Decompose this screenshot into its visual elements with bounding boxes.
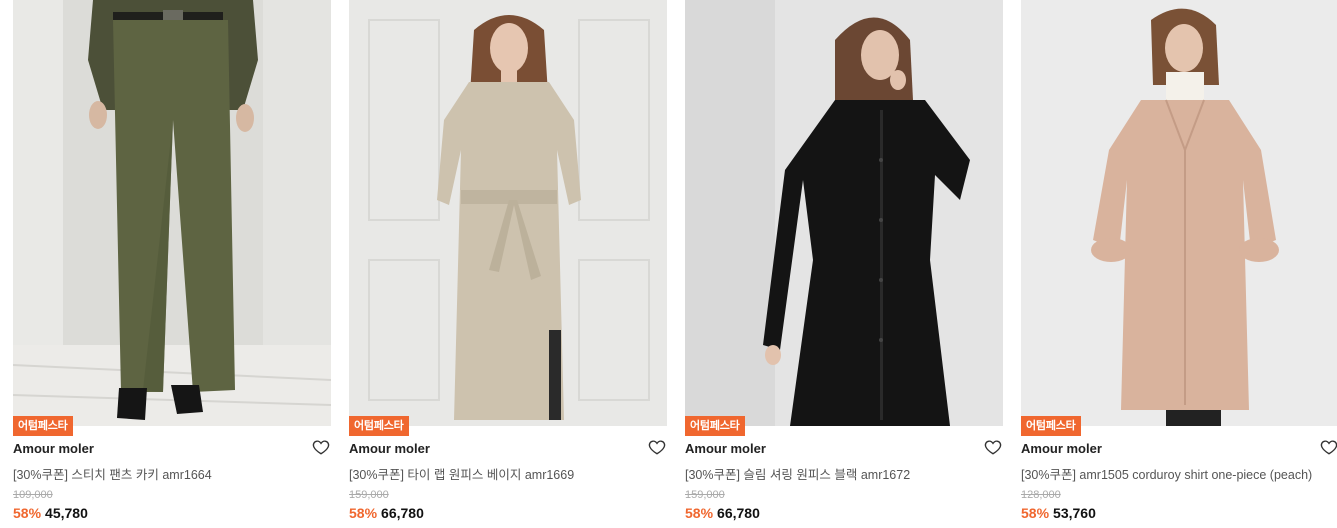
original-price: 159,000	[685, 489, 725, 501]
original-price: 159,000	[349, 489, 389, 501]
sale-price: 66,780	[381, 505, 424, 521]
brand-name[interactable]: Amour moler	[1021, 441, 1102, 456]
original-price: 128,000	[1021, 489, 1061, 501]
price-row: 58% 66,780	[349, 505, 424, 521]
sale-price: 53,760	[1053, 505, 1096, 521]
product-image[interactable]	[13, 0, 331, 426]
product-title[interactable]: [30%쿠폰] 슬림 셔링 원피스 블랙 amr1672	[685, 464, 999, 483]
brand-name[interactable]: Amour moler	[685, 441, 766, 456]
heart-outline-icon[interactable]	[984, 438, 1002, 456]
discount-rate: 58%	[349, 505, 378, 521]
price-row: 58% 66,780	[685, 505, 760, 521]
product-image[interactable]	[685, 0, 1003, 426]
product-image[interactable]	[349, 0, 667, 426]
original-price: 109,000	[13, 489, 53, 501]
heart-outline-icon[interactable]	[1320, 438, 1337, 456]
product-card[interactable]: 어텀페스타 Amour moler [30%쿠폰] 스티치 팬츠 카키 amr1…	[13, 0, 331, 528]
heart-outline-icon[interactable]	[648, 438, 666, 456]
event-badge: 어텀페스타	[349, 416, 409, 436]
product-card[interactable]: 어텀페스타 Amour moler [30%쿠폰] amr1505 cordur…	[1021, 0, 1337, 528]
product-title[interactable]: [30%쿠폰] 타이 랩 원피스 베이지 amr1669	[349, 464, 663, 483]
product-card[interactable]: 어텀페스타 Amour moler [30%쿠폰] 슬림 셔링 원피스 블랙 a…	[685, 0, 1003, 528]
event-badge: 어텀페스타	[1021, 416, 1081, 436]
heart-outline-icon[interactable]	[312, 438, 330, 456]
sale-price: 45,780	[45, 505, 88, 521]
discount-rate: 58%	[13, 505, 42, 521]
product-image[interactable]	[1021, 0, 1337, 426]
sale-price: 66,780	[717, 505, 760, 521]
product-title[interactable]: [30%쿠폰] 스티치 팬츠 카키 amr1664	[13, 464, 327, 483]
price-row: 58% 53,760	[1021, 505, 1096, 521]
event-badge: 어텀페스타	[685, 416, 745, 436]
brand-name[interactable]: Amour moler	[349, 441, 430, 456]
product-title[interactable]: [30%쿠폰] amr1505 corduroy shirt one-piece…	[1021, 464, 1335, 483]
product-grid: 어텀페스타 Amour moler [30%쿠폰] 스티치 팬츠 카키 amr1…	[0, 0, 1337, 528]
price-row: 58% 45,780	[13, 505, 88, 521]
discount-rate: 58%	[685, 505, 714, 521]
discount-rate: 58%	[1021, 505, 1050, 521]
brand-name[interactable]: Amour moler	[13, 441, 94, 456]
event-badge: 어텀페스타	[13, 416, 73, 436]
product-card[interactable]: 어텀페스타 Amour moler [30%쿠폰] 타이 랩 원피스 베이지 a…	[349, 0, 667, 528]
